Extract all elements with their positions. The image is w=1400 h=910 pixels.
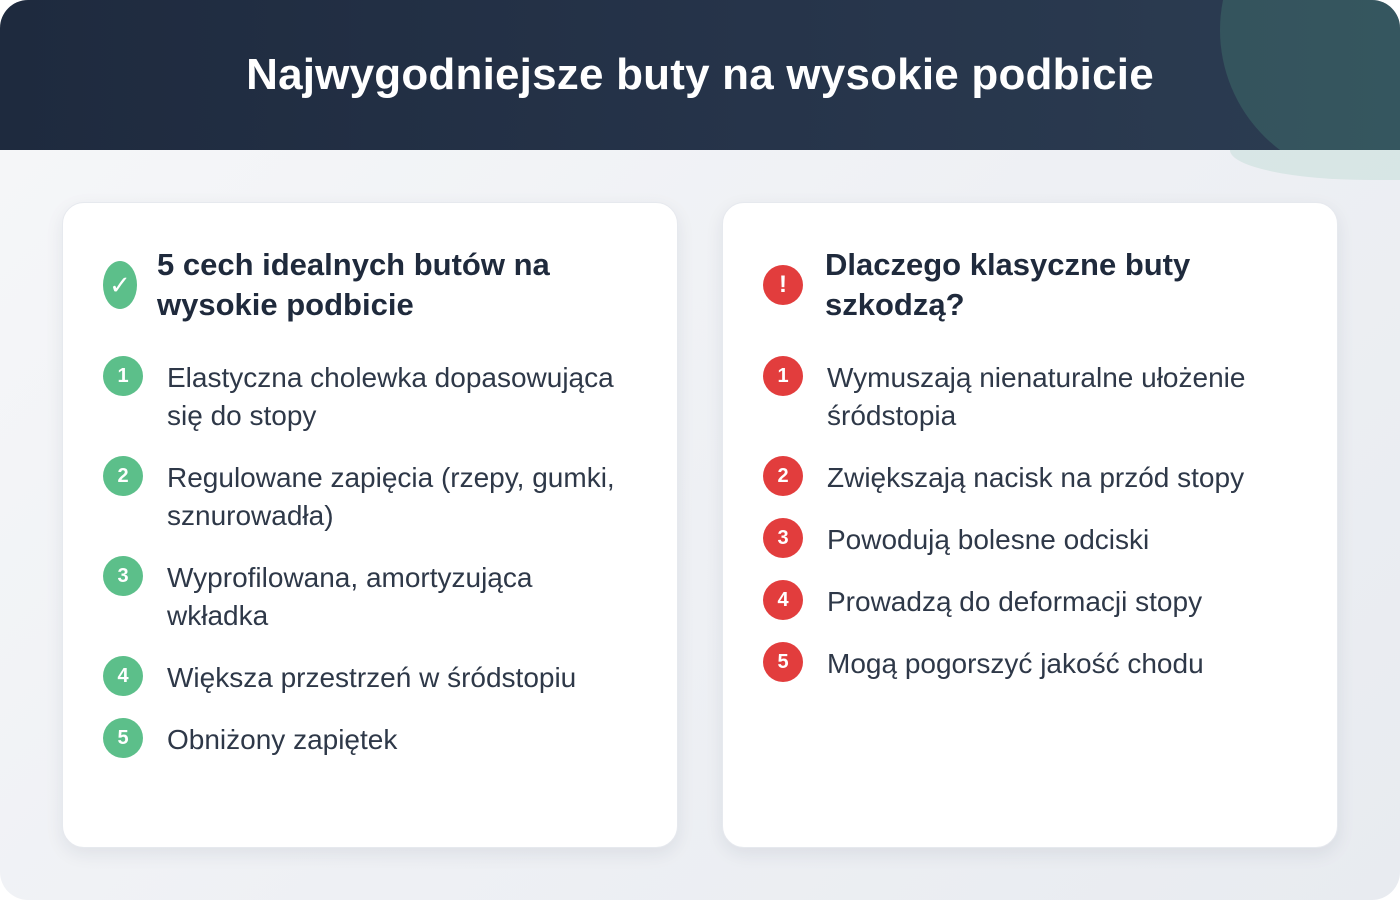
list-item: 3 Wyprofilowana, amortyzująca wkładka	[103, 556, 627, 635]
list-item-text: Powodują bolesne odciski	[827, 524, 1150, 555]
list-item: 5 Obniżony zapiętek	[103, 718, 627, 759]
problems-card-header: ! Dlaczego klasyczne buty szkodzą?	[763, 245, 1265, 325]
list-item-text: Wyprofilowana, amortyzująca wkładka	[167, 562, 533, 631]
number-badge: 3	[763, 518, 803, 558]
number-badge: 2	[103, 456, 143, 496]
exclamation-icon: !	[763, 265, 803, 305]
number-badge: 4	[103, 656, 143, 696]
problems-card-title: Dlaczego klasyczne buty szkodzą?	[825, 247, 1191, 322]
number-badge: 4	[763, 580, 803, 620]
number-badge: 5	[763, 642, 803, 682]
number-badge: 1	[763, 356, 803, 396]
list-item-text: Elastyczna cholewka dopasowująca się do …	[167, 362, 614, 431]
number-badge: 1	[103, 356, 143, 396]
list-item-text: Wymuszają nienaturalne ułożenie śródstop…	[827, 362, 1246, 431]
list-item-text: Większa przestrzeń w śródstopiu	[167, 662, 577, 693]
features-card: ✓ 5 cech idealnych butów na wysokie podb…	[62, 202, 678, 848]
page-title: Najwygodniejsze buty na wysokie podbicie	[246, 50, 1154, 99]
list-item: 5 Mogą pogorszyć jakość chodu	[763, 642, 1287, 683]
features-card-header: ✓ 5 cech idealnych butów na wysokie podb…	[103, 245, 597, 325]
list-item-text: Mogą pogorszyć jakość chodu	[827, 648, 1204, 679]
list-item-text: Zwiększają nacisk na przód stopy	[827, 462, 1245, 493]
infographic: Najwygodniejsze buty na wysokie podbicie…	[0, 0, 1400, 900]
list-item: 1 Wymuszają nienaturalne ułożenie śródst…	[763, 356, 1287, 435]
list-item: 2 Regulowane zapięcia (rzepy, gumki, szn…	[103, 456, 627, 535]
check-icon: ✓	[103, 261, 137, 309]
header: Najwygodniejsze buty na wysokie podbicie	[0, 0, 1400, 150]
list-item-text: Regulowane zapięcia (rzepy, gumki, sznur…	[167, 462, 615, 531]
list-item-text: Obniżony zapiętek	[167, 724, 398, 755]
number-badge: 3	[103, 556, 143, 596]
list-item: 1 Elastyczna cholewka dopasowująca się d…	[103, 356, 627, 435]
list-item: 4 Większa przestrzeń w śródstopiu	[103, 656, 627, 697]
problems-list: 1 Wymuszają nienaturalne ułożenie śródst…	[763, 356, 1287, 707]
list-item: 4 Prowadzą do deformacji stopy	[763, 580, 1287, 621]
features-list: 1 Elastyczna cholewka dopasowująca się d…	[103, 356, 627, 783]
list-item-text: Prowadzą do deformacji stopy	[827, 586, 1203, 617]
header-decoration	[1220, 0, 1400, 150]
number-badge: 2	[763, 456, 803, 496]
list-item: 2 Zwiększają nacisk na przód stopy	[763, 456, 1287, 497]
problems-card: ! Dlaczego klasyczne buty szkodzą? 1 Wym…	[722, 202, 1338, 848]
features-card-title: 5 cech idealnych butów na wysokie podbic…	[157, 247, 550, 322]
list-item: 3 Powodują bolesne odciski	[763, 518, 1287, 559]
corner-decoration	[1230, 150, 1400, 180]
number-badge: 5	[103, 718, 143, 758]
